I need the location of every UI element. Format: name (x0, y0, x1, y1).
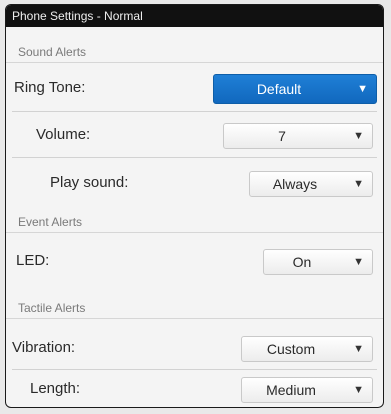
section-header-event-alerts: Event Alerts (6, 211, 383, 233)
vibration-dropdown[interactable]: Custom ▼ (241, 336, 373, 362)
ring-tone-label: Ring Tone: (14, 79, 86, 96)
volume-dropdown[interactable]: 7 ▼ (223, 123, 373, 149)
volume-row: Volume: 7 ▼ (6, 115, 383, 155)
divider (12, 111, 377, 112)
vibration-label: Vibration: (12, 339, 76, 356)
play-sound-row: Play sound: Always ▼ (6, 163, 383, 203)
length-row: Length: Medium ▼ (6, 369, 383, 407)
play-sound-value: Always (272, 176, 318, 192)
window-title: Phone Settings - Normal (6, 5, 383, 27)
section-header-sound-alerts: Sound Alerts (6, 41, 383, 63)
length-label: Length: (30, 380, 81, 397)
chevron-down-icon: ▼ (353, 178, 364, 190)
chevron-down-icon: ▼ (353, 256, 364, 268)
chevron-down-icon: ▼ (353, 384, 364, 396)
ring-tone-value: Default (256, 81, 302, 97)
volume-value: 7 (278, 128, 286, 144)
play-sound-label: Play sound: (50, 174, 129, 191)
chevron-down-icon: ▼ (357, 83, 368, 95)
vibration-value: Custom (266, 341, 316, 357)
led-label: LED: (16, 252, 50, 269)
ring-tone-row: Ring Tone: Default ▼ (6, 68, 383, 108)
section-header-tactile-alerts: Tactile Alerts (6, 297, 383, 319)
chevron-down-icon: ▼ (353, 130, 364, 142)
led-row: LED: On ▼ (6, 241, 383, 281)
play-sound-dropdown[interactable]: Always ▼ (249, 171, 373, 197)
settings-window: Phone Settings - Normal Sound Alerts Rin… (5, 4, 384, 408)
led-value: On (292, 254, 312, 270)
volume-label: Volume: (36, 126, 91, 143)
length-value: Medium (266, 382, 316, 398)
length-dropdown[interactable]: Medium ▼ (241, 377, 373, 403)
vibration-row: Vibration: Custom ▼ (6, 328, 383, 368)
divider (12, 157, 377, 158)
ring-tone-dropdown[interactable]: Default ▼ (213, 74, 377, 104)
led-dropdown[interactable]: On ▼ (263, 249, 373, 275)
chevron-down-icon: ▼ (353, 343, 364, 355)
